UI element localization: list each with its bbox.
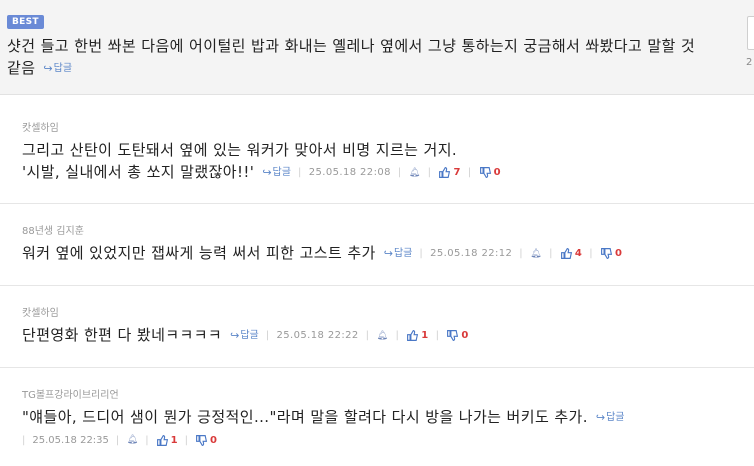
like-count: 1 — [421, 329, 429, 341]
divider-bar: | — [365, 329, 370, 341]
comment-meta: | 25.05.18 22:12 | 🔔︎ | 4 | 0 — [412, 243, 622, 265]
comment-meta: | 25.05.18 22:08 | 🔔︎ | 7 | 0 — [291, 162, 501, 184]
divider-bar: | — [549, 247, 553, 259]
report-bell-icon[interactable]: 🔔︎ — [409, 167, 421, 179]
comment-line: 워커 옆에 있었지만 잽싸게 능력 써서 피한 고스트 추가 — [22, 244, 376, 262]
comment-author[interactable]: 88년생 김지훈 — [22, 225, 742, 239]
divider-bar: | — [519, 247, 524, 259]
reply-arrow-icon: ↪ — [230, 328, 240, 342]
best-comment-body: 샷건 들고 한번 쏴본 다음에 어이털린 밥과 화내는 옐레나 옆에서 그냥 통… — [7, 37, 696, 77]
divider-bar: | — [395, 329, 400, 341]
comment-meta: | 25.05.18 22:22 | 🔔︎ | 1 | 0 — [259, 325, 469, 347]
report-bell-icon[interactable]: 🔔︎ — [376, 330, 388, 342]
comment-author[interactable]: 캇셀하임 — [22, 122, 742, 136]
like-button[interactable]: 1 — [156, 434, 178, 447]
divider — [0, 367, 754, 368]
reply-arrow-icon: ↪ — [43, 61, 53, 75]
divider — [0, 203, 754, 204]
thumbs-up-icon — [560, 248, 572, 259]
thumbs-down-icon — [447, 330, 459, 341]
reply-link[interactable]: ↪ 답글 — [596, 407, 625, 429]
divider-bar: | — [397, 166, 402, 178]
side-checkbox[interactable] — [747, 16, 754, 50]
comment-line: 단편영화 한편 다 봤네ㅋㅋㅋㅋ — [22, 326, 223, 344]
divider-bar: | — [427, 166, 432, 178]
reply-link[interactable]: ↪ 답글 — [384, 243, 413, 265]
reply-label: 답글 — [272, 166, 291, 178]
divider-bar: | — [297, 166, 302, 178]
like-button[interactable]: 1 — [406, 325, 428, 347]
best-comment: BEST 샷건 들고 한번 쏴본 다음에 어이털린 밥과 화내는 옐레나 옆에서… — [0, 0, 754, 95]
best-comment-text: 샷건 들고 한번 쏴본 다음에 어이털린 밥과 화내는 옐레나 옆에서 그냥 통… — [7, 35, 707, 80]
comment-text: "얘들아, 드디어 샘이 뭔가 긍정적인..."라며 말을 할려다 다시 방을 … — [22, 406, 742, 429]
reply-link[interactable]: ↪ 답글 — [230, 325, 259, 347]
dislike-count: 0 — [210, 434, 217, 446]
comment-item: TG볼프강라이브리리언 "얘들아, 드디어 샘이 뭔가 긍정적인..."라며 말… — [22, 389, 742, 448]
thumbs-up-icon — [156, 434, 168, 446]
like-count: 1 — [170, 434, 178, 446]
divider-bar: | — [265, 329, 270, 341]
like-count: 7 — [453, 166, 461, 178]
divider-bar: | — [435, 329, 440, 341]
reply-link[interactable]: ↪ 답글 — [262, 162, 291, 184]
dislike-count: 0 — [493, 166, 501, 178]
divider-bar: | — [115, 434, 120, 446]
divider-bar: | — [419, 247, 424, 259]
dislike-count: 0 — [461, 329, 469, 341]
comment-line: 그리고 산탄이 도탄돼서 옆에 있는 워커가 맞아서 비명 지르는 거지. — [22, 141, 458, 159]
like-count: 4 — [574, 247, 583, 259]
dislike-count: 0 — [615, 247, 623, 259]
dislike-button[interactable]: 0 — [600, 243, 622, 265]
reply-label: 답글 — [240, 329, 259, 341]
thumbs-up-icon — [439, 167, 451, 178]
thumbs-up-icon — [407, 330, 419, 341]
like-button[interactable]: 7 — [438, 162, 460, 184]
reply-arrow-icon: ↪ — [595, 410, 606, 424]
divider-bar: | — [22, 434, 26, 446]
best-badge: BEST — [7, 15, 44, 29]
comment-item: 88년생 김지훈 워커 옆에 있었지만 잽싸게 능력 써서 피한 고스트 추가 ↪… — [22, 225, 742, 265]
divider-bar: | — [589, 247, 593, 259]
dislike-button[interactable]: 0 — [195, 434, 217, 447]
divider-bar: | — [145, 434, 149, 446]
comment-line: "얘들아, 드디어 샘이 뭔가 긍정적인..."라며 말을 할려다 다시 방을 … — [22, 408, 588, 426]
comment-text: '시발, 실내에서 총 쏘지 말랬잖아!!' ↪ 답글 | 25.05.18 22:08… — [22, 161, 742, 184]
side-count: 2 — [746, 57, 753, 68]
report-bell-icon[interactable]: 🔔︎ — [126, 434, 138, 446]
comment-text: 워커 옆에 있었지만 잽싸게 능력 써서 피한 고스트 추가 ↪ 답글 | 25.05.… — [22, 242, 742, 265]
comment-line: '시발, 실내에서 총 쏘지 말랬잖아!!' — [22, 163, 255, 181]
thumbs-down-icon — [601, 248, 613, 259]
divider — [0, 285, 754, 286]
comment-author[interactable]: 캇셀하임 — [22, 307, 742, 321]
reply-label: 답글 — [53, 62, 73, 74]
dislike-button[interactable]: 0 — [446, 325, 468, 347]
comment-text: 단편영화 한편 다 봤네ㅋㅋㅋㅋ ↪ 답글 | 25.05.18 22:22 | 🔔︎ | 1 |… — [22, 324, 742, 347]
comment-date: 25.05.18 22:08 — [308, 166, 391, 178]
comment-date: 25.05.18 22:35 — [32, 434, 109, 446]
thumbs-down-icon — [196, 434, 208, 446]
divider-bar: | — [467, 166, 472, 178]
dislike-button[interactable]: 0 — [479, 162, 501, 184]
divider-bar: | — [184, 434, 188, 446]
reply-arrow-icon: ↪ — [262, 165, 272, 179]
thumbs-down-icon — [479, 167, 491, 178]
best-reply-link[interactable]: ↪ 답글 — [43, 58, 72, 80]
reply-arrow-icon: ↪ — [383, 246, 393, 260]
comment-meta: | 25.05.18 22:35 | 🔔︎ | 1 | 0 — [22, 434, 217, 447]
reply-label: 답글 — [393, 247, 413, 259]
reply-label: 답글 — [606, 411, 625, 423]
report-bell-icon[interactable]: 🔔︎ — [530, 248, 542, 260]
comment-date: 25.05.18 22:12 — [430, 247, 513, 259]
comment-author[interactable]: TG볼프강라이브리리언 — [22, 389, 742, 403]
comment-item: 캇셀하임 단편영화 한편 다 봤네ㅋㅋㅋㅋ ↪ 답글 | 25.05.18 22:22 |… — [22, 307, 742, 347]
like-button[interactable]: 4 — [560, 243, 582, 265]
comment-date: 25.05.18 22:22 — [276, 329, 359, 341]
comment-item: 캇셀하임 그리고 산탄이 도탄돼서 옆에 있는 워커가 맞아서 비명 지르는 거… — [22, 122, 742, 184]
